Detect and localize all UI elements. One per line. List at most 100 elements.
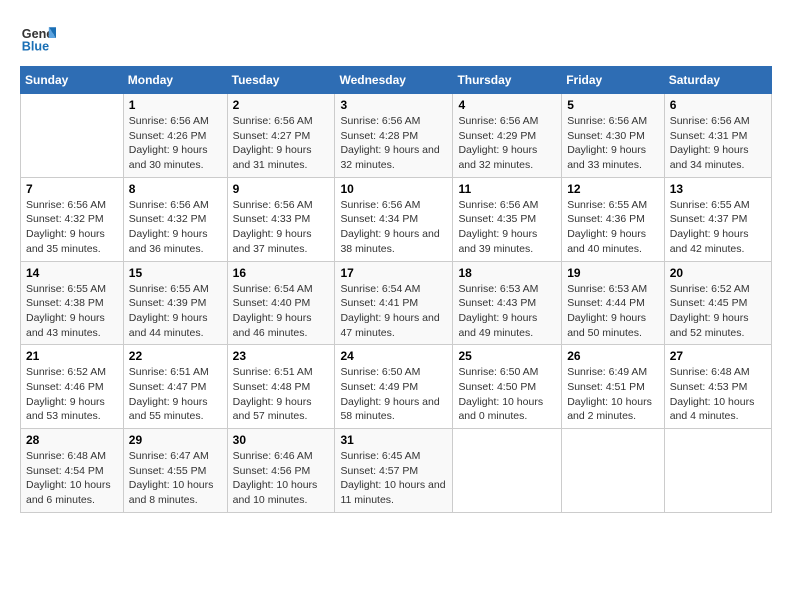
day-cell: 14 Sunrise: 6:55 AM Sunset: 4:38 PM Dayl…	[21, 261, 124, 345]
day-info: Sunrise: 6:50 AM Sunset: 4:49 PM Dayligh…	[340, 365, 447, 424]
svg-text:Blue: Blue	[22, 40, 49, 54]
sunrise-text: Sunrise: 6:50 AM	[340, 365, 447, 380]
sunset-text: Sunset: 4:50 PM	[458, 380, 556, 395]
sunset-text: Sunset: 4:45 PM	[670, 296, 766, 311]
day-cell: 21 Sunrise: 6:52 AM Sunset: 4:46 PM Dayl…	[21, 345, 124, 429]
day-cell: 6 Sunrise: 6:56 AM Sunset: 4:31 PM Dayli…	[664, 94, 771, 178]
day-cell: 16 Sunrise: 6:54 AM Sunset: 4:40 PM Dayl…	[227, 261, 335, 345]
week-row-2: 14 Sunrise: 6:55 AM Sunset: 4:38 PM Dayl…	[21, 261, 772, 345]
sunset-text: Sunset: 4:46 PM	[26, 380, 118, 395]
sunrise-text: Sunrise: 6:49 AM	[567, 365, 658, 380]
daylight-text: Daylight: 9 hours and 49 minutes.	[458, 311, 556, 340]
daylight-text: Daylight: 9 hours and 34 minutes.	[670, 143, 766, 172]
header-cell-saturday: Saturday	[664, 67, 771, 94]
daylight-text: Daylight: 9 hours and 30 minutes.	[129, 143, 222, 172]
day-info: Sunrise: 6:55 AM Sunset: 4:39 PM Dayligh…	[129, 282, 222, 341]
header-cell-monday: Monday	[123, 67, 227, 94]
day-cell: 30 Sunrise: 6:46 AM Sunset: 4:56 PM Dayl…	[227, 429, 335, 513]
day-number: 23	[233, 349, 330, 363]
sunrise-text: Sunrise: 6:56 AM	[26, 198, 118, 213]
day-info: Sunrise: 6:56 AM Sunset: 4:29 PM Dayligh…	[458, 114, 556, 173]
sunrise-text: Sunrise: 6:48 AM	[26, 449, 118, 464]
day-info: Sunrise: 6:56 AM Sunset: 4:35 PM Dayligh…	[458, 198, 556, 257]
daylight-text: Daylight: 10 hours and 2 minutes.	[567, 395, 658, 424]
sunrise-text: Sunrise: 6:51 AM	[233, 365, 330, 380]
daylight-text: Daylight: 9 hours and 55 minutes.	[129, 395, 222, 424]
sunrise-text: Sunrise: 6:52 AM	[26, 365, 118, 380]
day-number: 27	[670, 349, 766, 363]
day-info: Sunrise: 6:51 AM Sunset: 4:48 PM Dayligh…	[233, 365, 330, 424]
daylight-text: Daylight: 9 hours and 44 minutes.	[129, 311, 222, 340]
sunrise-text: Sunrise: 6:50 AM	[458, 365, 556, 380]
day-cell: 17 Sunrise: 6:54 AM Sunset: 4:41 PM Dayl…	[335, 261, 453, 345]
day-number: 14	[26, 266, 118, 280]
sunset-text: Sunset: 4:47 PM	[129, 380, 222, 395]
day-number: 15	[129, 266, 222, 280]
day-info: Sunrise: 6:47 AM Sunset: 4:55 PM Dayligh…	[129, 449, 222, 508]
day-cell: 4 Sunrise: 6:56 AM Sunset: 4:29 PM Dayli…	[453, 94, 562, 178]
day-cell: 2 Sunrise: 6:56 AM Sunset: 4:27 PM Dayli…	[227, 94, 335, 178]
day-cell: 9 Sunrise: 6:56 AM Sunset: 4:33 PM Dayli…	[227, 177, 335, 261]
day-info: Sunrise: 6:53 AM Sunset: 4:44 PM Dayligh…	[567, 282, 658, 341]
sunrise-text: Sunrise: 6:47 AM	[129, 449, 222, 464]
sunset-text: Sunset: 4:34 PM	[340, 212, 447, 227]
sunrise-text: Sunrise: 6:56 AM	[567, 114, 658, 129]
day-info: Sunrise: 6:48 AM Sunset: 4:53 PM Dayligh…	[670, 365, 766, 424]
daylight-text: Daylight: 9 hours and 40 minutes.	[567, 227, 658, 256]
sunrise-text: Sunrise: 6:53 AM	[458, 282, 556, 297]
sunset-text: Sunset: 4:33 PM	[233, 212, 330, 227]
daylight-text: Daylight: 10 hours and 4 minutes.	[670, 395, 766, 424]
sunset-text: Sunset: 4:48 PM	[233, 380, 330, 395]
day-cell: 29 Sunrise: 6:47 AM Sunset: 4:55 PM Dayl…	[123, 429, 227, 513]
header-cell-thursday: Thursday	[453, 67, 562, 94]
sunset-text: Sunset: 4:53 PM	[670, 380, 766, 395]
sunset-text: Sunset: 4:41 PM	[340, 296, 447, 311]
day-info: Sunrise: 6:54 AM Sunset: 4:41 PM Dayligh…	[340, 282, 447, 341]
daylight-text: Daylight: 9 hours and 33 minutes.	[567, 143, 658, 172]
day-info: Sunrise: 6:51 AM Sunset: 4:47 PM Dayligh…	[129, 365, 222, 424]
sunrise-text: Sunrise: 6:56 AM	[340, 114, 447, 129]
day-number: 4	[458, 98, 556, 112]
sunrise-text: Sunrise: 6:56 AM	[233, 114, 330, 129]
day-cell: 26 Sunrise: 6:49 AM Sunset: 4:51 PM Dayl…	[562, 345, 664, 429]
sunset-text: Sunset: 4:40 PM	[233, 296, 330, 311]
day-cell: 20 Sunrise: 6:52 AM Sunset: 4:45 PM Dayl…	[664, 261, 771, 345]
day-cell: 15 Sunrise: 6:55 AM Sunset: 4:39 PM Dayl…	[123, 261, 227, 345]
daylight-text: Daylight: 9 hours and 43 minutes.	[26, 311, 118, 340]
day-number: 3	[340, 98, 447, 112]
sunrise-text: Sunrise: 6:55 AM	[26, 282, 118, 297]
sunrise-text: Sunrise: 6:48 AM	[670, 365, 766, 380]
header-cell-sunday: Sunday	[21, 67, 124, 94]
daylight-text: Daylight: 10 hours and 8 minutes.	[129, 478, 222, 507]
sunrise-text: Sunrise: 6:45 AM	[340, 449, 447, 464]
day-number: 17	[340, 266, 447, 280]
day-number: 8	[129, 182, 222, 196]
sunrise-text: Sunrise: 6:56 AM	[129, 114, 222, 129]
sunrise-text: Sunrise: 6:56 AM	[458, 198, 556, 213]
sunrise-text: Sunrise: 6:53 AM	[567, 282, 658, 297]
day-cell: 8 Sunrise: 6:56 AM Sunset: 4:32 PM Dayli…	[123, 177, 227, 261]
header: General Blue	[20, 20, 772, 56]
day-cell	[21, 94, 124, 178]
day-cell: 5 Sunrise: 6:56 AM Sunset: 4:30 PM Dayli…	[562, 94, 664, 178]
day-info: Sunrise: 6:46 AM Sunset: 4:56 PM Dayligh…	[233, 449, 330, 508]
sunrise-text: Sunrise: 6:56 AM	[340, 198, 447, 213]
sunset-text: Sunset: 4:43 PM	[458, 296, 556, 311]
day-number: 25	[458, 349, 556, 363]
day-number: 24	[340, 349, 447, 363]
sunrise-text: Sunrise: 6:56 AM	[129, 198, 222, 213]
day-info: Sunrise: 6:48 AM Sunset: 4:54 PM Dayligh…	[26, 449, 118, 508]
day-info: Sunrise: 6:52 AM Sunset: 4:45 PM Dayligh…	[670, 282, 766, 341]
daylight-text: Daylight: 10 hours and 10 minutes.	[233, 478, 330, 507]
daylight-text: Daylight: 9 hours and 31 minutes.	[233, 143, 330, 172]
daylight-text: Daylight: 9 hours and 38 minutes.	[340, 227, 447, 256]
daylight-text: Daylight: 9 hours and 53 minutes.	[26, 395, 118, 424]
day-cell: 25 Sunrise: 6:50 AM Sunset: 4:50 PM Dayl…	[453, 345, 562, 429]
sunrise-text: Sunrise: 6:51 AM	[129, 365, 222, 380]
day-number: 30	[233, 433, 330, 447]
sunset-text: Sunset: 4:56 PM	[233, 464, 330, 479]
day-number: 7	[26, 182, 118, 196]
sunset-text: Sunset: 4:28 PM	[340, 129, 447, 144]
day-number: 29	[129, 433, 222, 447]
day-number: 9	[233, 182, 330, 196]
